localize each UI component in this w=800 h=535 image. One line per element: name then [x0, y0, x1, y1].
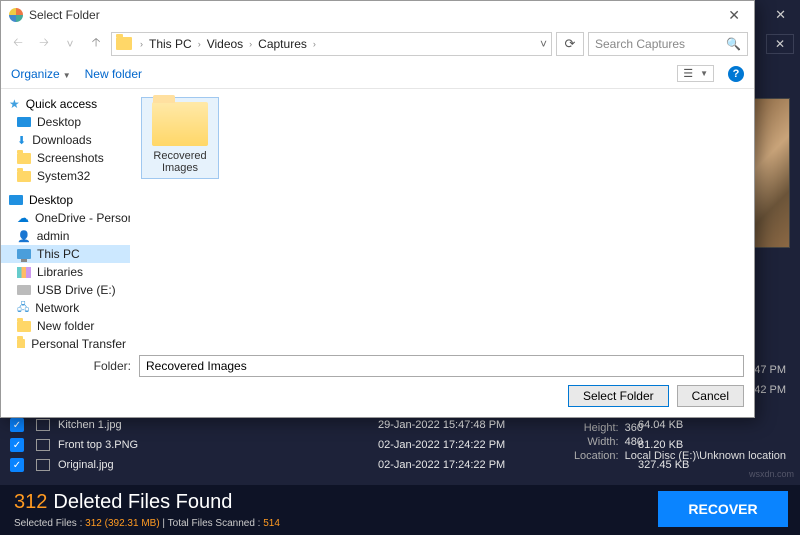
app-icon	[9, 8, 23, 22]
cloud-icon: ☁	[17, 211, 29, 225]
forward-icon[interactable]: 🡢	[33, 33, 55, 55]
tree-desktop[interactable]: Desktop	[1, 191, 130, 209]
tree-item-this-pc[interactable]: This PC	[1, 245, 130, 263]
up-icon[interactable]: 🡡	[85, 33, 107, 55]
recent-icon[interactable]: ˅	[59, 33, 81, 55]
tree-item-screenshots[interactable]: Screenshots	[1, 149, 130, 167]
user-icon: 👤	[17, 230, 31, 243]
tree-item-new-folder[interactable]: New folder	[1, 317, 130, 335]
folder-icon	[116, 37, 132, 50]
search-icon: 🔍	[726, 37, 741, 51]
checkbox-icon[interactable]: ✓	[10, 458, 24, 472]
tree-item-libraries[interactable]: Libraries	[1, 263, 130, 281]
file-row[interactable]: ✓Kitchen 1.jpg29-Jan-2022 15:47:48 PM64.…	[0, 415, 800, 435]
chevron-down-icon: ▼	[63, 71, 71, 80]
view-options-button[interactable]: ☰ ▼	[677, 65, 714, 82]
app-tab-close-icon[interactable]: ✕	[766, 34, 794, 54]
footer-bar: 312 Deleted Files Found Selected Files : …	[0, 485, 800, 535]
search-input[interactable]: Search Captures🔍	[588, 32, 748, 56]
tree-quick-access[interactable]: ★Quick access	[1, 95, 130, 113]
tree-item-downloads[interactable]: ⬇Downloads	[1, 131, 130, 149]
new-folder-button[interactable]: New folder	[85, 67, 142, 81]
breadcrumb-seg[interactable]: Captures	[258, 37, 307, 51]
folder-icon	[17, 153, 31, 164]
tree-item-onedrive[interactable]: ☁OneDrive - Persona	[1, 209, 130, 227]
desktop-icon	[9, 195, 23, 205]
nav-tree: ★Quick access Desktop ⬇Downloads Screens…	[1, 89, 131, 348]
network-icon: 🖧	[17, 299, 29, 318]
chevron-right-icon[interactable]: ›	[309, 39, 320, 49]
image-icon	[36, 419, 50, 431]
checkbox-icon[interactable]: ✓	[10, 418, 24, 432]
breadcrumb-seg[interactable]: This PC	[149, 37, 192, 51]
recover-button[interactable]: RECOVER	[658, 491, 788, 527]
star-icon: ★	[9, 97, 20, 111]
folder-label: Recovered Images	[146, 150, 214, 174]
help-icon[interactable]: ?	[728, 66, 744, 82]
found-text: Deleted Files Found	[53, 491, 232, 513]
chevron-right-icon[interactable]: ›	[136, 39, 147, 49]
tree-item-usb[interactable]: USB Drive (E:)	[1, 281, 130, 299]
chevron-down-icon[interactable]: ˅	[540, 37, 547, 51]
preview-thumbnail	[750, 98, 790, 248]
close-icon[interactable]: ✕	[722, 7, 746, 24]
watermark: wsxdn.com	[749, 469, 794, 479]
pc-icon	[17, 249, 31, 259]
tree-item-personal-transfer[interactable]: Personal Transfer	[1, 335, 130, 348]
checkbox-icon[interactable]: ✓	[10, 438, 24, 452]
tree-item-desktop[interactable]: Desktop	[1, 113, 130, 131]
folder-icon	[152, 102, 208, 146]
organize-menu[interactable]: Organize▼	[11, 67, 71, 81]
folder-recovered-images[interactable]: Recovered Images	[141, 97, 219, 179]
folder-name-input[interactable]	[139, 355, 744, 377]
cancel-button[interactable]: Cancel	[677, 385, 744, 407]
folder-icon	[17, 339, 25, 349]
chevron-right-icon[interactable]: ›	[245, 39, 256, 49]
folder-icon	[17, 171, 31, 182]
download-icon: ⬇	[17, 134, 26, 147]
app-close-icon[interactable]: ✕	[767, 5, 794, 25]
folder-field-label: Folder:	[11, 359, 131, 373]
back-icon[interactable]: 🡠	[7, 33, 29, 55]
file-row[interactable]: ✓Original.jpg02-Jan-2022 17:24:22 PM327.…	[0, 455, 800, 475]
image-icon	[36, 459, 50, 471]
tree-item-admin[interactable]: 👤admin	[1, 227, 130, 245]
usb-icon	[17, 285, 31, 295]
dialog-title: Select Folder	[29, 8, 100, 22]
select-folder-dialog: Select Folder ✕ 🡠 🡢 ˅ 🡡 › This PC › Vide…	[0, 0, 755, 418]
file-row[interactable]: ✓Front top 3.PNG02-Jan-2022 17:24:22 PM8…	[0, 435, 800, 455]
footer-subtext: Selected Files : 312 (392.31 MB) | Total…	[14, 518, 280, 529]
select-folder-button[interactable]: Select Folder	[568, 385, 669, 407]
folder-icon	[17, 321, 31, 332]
image-icon	[36, 439, 50, 451]
address-bar[interactable]: › This PC › Videos › Captures › ˅	[111, 32, 552, 56]
breadcrumb-seg[interactable]: Videos	[207, 37, 243, 51]
refresh-icon[interactable]: ⟳	[556, 32, 584, 56]
desktop-icon	[17, 117, 31, 127]
tree-item-system32[interactable]: System32	[1, 167, 130, 185]
chevron-right-icon[interactable]: ›	[194, 39, 205, 49]
tree-item-network[interactable]: 🖧Network	[1, 299, 130, 317]
found-count: 312	[14, 491, 47, 513]
libraries-icon	[17, 267, 31, 278]
